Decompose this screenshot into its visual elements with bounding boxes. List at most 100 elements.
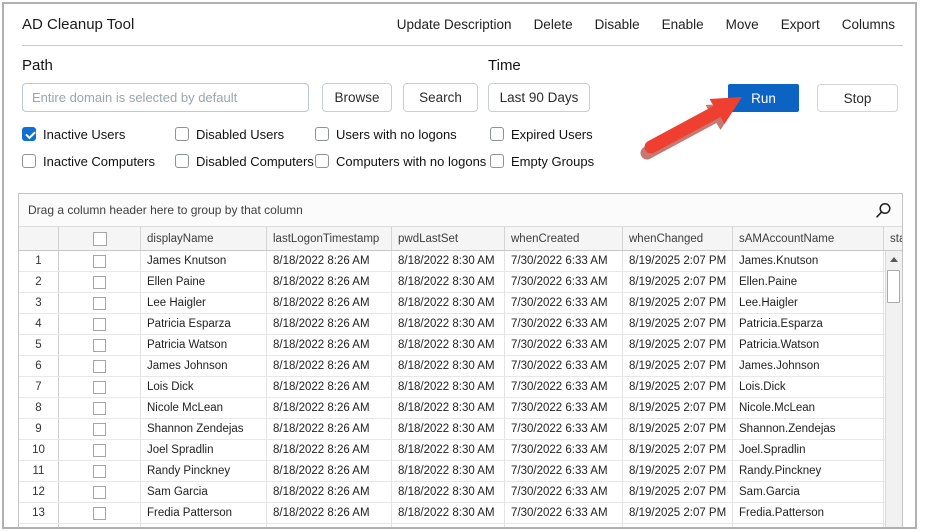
table-row[interactable]: 12Sam Garcia8/18/2022 8:26 AM8/18/2022 8…: [19, 482, 902, 503]
row-checkbox[interactable]: [93, 402, 106, 415]
row-checkbox-cell: [59, 482, 141, 502]
menu-item-export[interactable]: Export: [781, 17, 820, 32]
table-row[interactable]: 13Fredia Patterson8/18/2022 8:26 AM8/18/…: [19, 503, 902, 524]
row-checkbox[interactable]: [93, 255, 106, 268]
cell-lastlogontimestamp: 8/18/2022 8:26 AM: [267, 251, 392, 271]
cell-whencreated: 7/30/2022 6:33 AM: [505, 503, 623, 523]
cell-whencreated: 7/30/2022 6:33 AM: [505, 398, 623, 418]
column-header-displayname[interactable]: displayName: [141, 227, 267, 250]
row-checkbox[interactable]: [93, 381, 106, 394]
checkbox-icon: [315, 127, 329, 141]
filter-checkbox-inactive-users[interactable]: Inactive Users: [22, 126, 175, 142]
checkbox-icon: [22, 154, 36, 168]
cell-samaccountname: Ellen.Paine: [733, 272, 884, 292]
row-number-cell: 2: [19, 272, 59, 292]
cell-displayname: [141, 524, 267, 529]
grid-vertical-scrollbar[interactable]: [885, 251, 902, 529]
table-row[interactable]: 8Nicole McLean8/18/2022 8:26 AM8/18/2022…: [19, 398, 902, 419]
row-checkbox[interactable]: [93, 276, 106, 289]
column-header-samaccountname[interactable]: sAMAccountName: [733, 227, 884, 250]
cell-whencreated: 7/30/2022 6:33 AM: [505, 461, 623, 481]
cell-samaccountname: James.Knutson: [733, 251, 884, 271]
table-row[interactable]: 4Patricia Esparza8/18/2022 8:26 AM8/18/2…: [19, 314, 902, 335]
row-checkbox[interactable]: [93, 339, 106, 352]
checkbox-label: Disabled Computers: [196, 154, 314, 169]
stop-button[interactable]: Stop: [817, 84, 898, 112]
group-by-bar[interactable]: Drag a column header here to group by th…: [19, 194, 902, 227]
table-row[interactable]: 11Randy Pinckney8/18/2022 8:26 AM8/18/20…: [19, 461, 902, 482]
row-checkbox[interactable]: [93, 444, 106, 457]
row-checkbox-cell: [59, 356, 141, 376]
column-header-lastlogontimestamp[interactable]: lastLogonTimestamp: [267, 227, 392, 250]
filter-checkbox-disabled-users[interactable]: Disabled Users: [175, 126, 315, 142]
cell-whencreated: 7/30/2022 6:33 AM: [505, 440, 623, 460]
header-row-number-cell: [19, 227, 59, 250]
filter-checkbox-inactive-computers[interactable]: Inactive Computers: [22, 153, 175, 169]
table-row[interactable]: 5Patricia Watson8/18/2022 8:26 AM8/18/20…: [19, 335, 902, 356]
row-checkbox[interactable]: [93, 297, 106, 310]
cell-pwdlastset: [392, 524, 505, 529]
cell-whenchanged: 8/19/2025 2:07 PM: [623, 335, 733, 355]
table-row[interactable]: 7Lois Dick8/18/2022 8:26 AM8/18/2022 8:3…: [19, 377, 902, 398]
row-checkbox[interactable]: [93, 507, 106, 520]
cell-whenchanged: 8/19/2025 2:07 PM: [623, 251, 733, 271]
column-header-sta[interactable]: sta: [884, 227, 903, 250]
row-checkbox[interactable]: [93, 360, 106, 373]
cell-whenchanged: 8/19/2025 2:07 PM: [623, 398, 733, 418]
cell-whencreated: 7/30/2022 6:33 AM: [505, 251, 623, 271]
checkbox-icon: [175, 154, 189, 168]
row-checkbox[interactable]: [93, 465, 106, 478]
cell-whencreated: 7/30/2022 6:33 AM: [505, 314, 623, 334]
cell-whenchanged: 8/19/2025 2:07 PM: [623, 503, 733, 523]
scrollbar-thumb[interactable]: [887, 270, 900, 303]
menu-item-columns[interactable]: Columns: [842, 17, 895, 32]
cell-pwdlastset: 8/18/2022 8:30 AM: [392, 398, 505, 418]
cell-samaccountname: Lois.Dick: [733, 377, 884, 397]
run-button[interactable]: Run: [728, 84, 799, 112]
column-header-whenchanged[interactable]: whenChanged: [623, 227, 733, 250]
cell-whenchanged: 8/19/2025 2:07 PM: [623, 356, 733, 376]
row-checkbox[interactable]: [93, 423, 106, 436]
menu-item-disable[interactable]: Disable: [595, 17, 640, 32]
menu-item-move[interactable]: Move: [726, 17, 759, 32]
table-row[interactable]: 10Joel Spradlin8/18/2022 8:26 AM8/18/202…: [19, 440, 902, 461]
row-checkbox[interactable]: [93, 486, 106, 499]
filter-checkbox-expired-users[interactable]: Expired Users: [490, 126, 660, 142]
table-row[interactable]: 2Ellen Paine8/18/2022 8:26 AM8/18/2022 8…: [19, 272, 902, 293]
path-input[interactable]: [22, 83, 309, 112]
table-row[interactable]: 9Shannon Zendejas8/18/2022 8:26 AM8/18/2…: [19, 419, 902, 440]
cell-pwdlastset: 8/18/2022 8:30 AM: [392, 356, 505, 376]
table-row[interactable]: [19, 524, 902, 529]
checkbox-label: Disabled Users: [196, 127, 284, 142]
row-checkbox[interactable]: [93, 528, 106, 530]
menu-item-delete[interactable]: Delete: [534, 17, 573, 32]
cell-pwdlastset: 8/18/2022 8:30 AM: [392, 251, 505, 271]
row-checkbox[interactable]: [93, 318, 106, 331]
column-header-pwdlastset[interactable]: pwdLastSet: [392, 227, 505, 250]
checkbox-icon: [175, 127, 189, 141]
cell-displayname: Patricia Watson: [141, 335, 267, 355]
table-row[interactable]: 3Lee Haigler8/18/2022 8:26 AM8/18/2022 8…: [19, 293, 902, 314]
cell-displayname: Joel Spradlin: [141, 440, 267, 460]
filter-checkbox-computers-with-no-logons[interactable]: Computers with no logons: [315, 153, 490, 169]
grid-search-icon[interactable]: [875, 202, 892, 219]
row-checkbox-cell: [59, 524, 141, 529]
titlebar-divider: [22, 45, 903, 46]
search-button[interactable]: Search: [403, 83, 478, 112]
column-header-whencreated[interactable]: whenCreated: [505, 227, 623, 250]
cell-displayname: Shannon Zendejas: [141, 419, 267, 439]
cell-lastlogontimestamp: 8/18/2022 8:26 AM: [267, 398, 392, 418]
cell-displayname: Nicole McLean: [141, 398, 267, 418]
cell-whenchanged: [623, 524, 733, 529]
menu-item-enable[interactable]: Enable: [662, 17, 704, 32]
filter-checkbox-empty-groups[interactable]: Empty Groups: [490, 153, 660, 169]
filter-checkbox-users-with-no-logons[interactable]: Users with no logons: [315, 126, 490, 142]
table-row[interactable]: 1James Knutson8/18/2022 8:26 AM8/18/2022…: [19, 251, 902, 272]
time-range-button[interactable]: Last 90 Days: [488, 83, 590, 112]
filter-checkbox-disabled-computers[interactable]: Disabled Computers: [175, 153, 315, 169]
browse-button[interactable]: Browse: [322, 83, 392, 112]
menu-item-update-description[interactable]: Update Description: [397, 17, 512, 32]
table-row[interactable]: 6James Johnson8/18/2022 8:26 AM8/18/2022…: [19, 356, 902, 377]
select-all-checkbox[interactable]: [93, 232, 107, 246]
scrollbar-up-arrow-icon[interactable]: [886, 251, 902, 268]
